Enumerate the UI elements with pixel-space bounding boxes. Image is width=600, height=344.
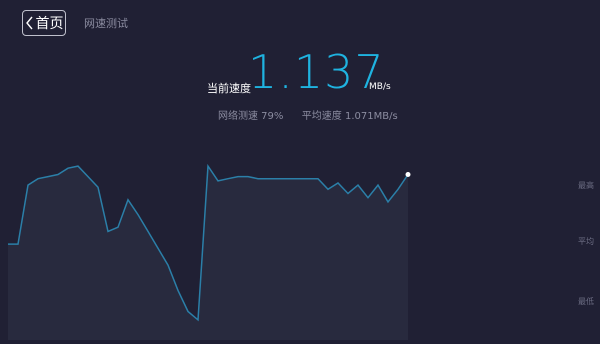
y-label-min: 最低 [578, 297, 594, 306]
current-speed-value: 1.137 [248, 45, 385, 99]
back-button-label: 首页 [35, 16, 64, 32]
test-progress-text: 网络测速 79% [218, 111, 284, 122]
y-label-max: 最高 [578, 181, 594, 190]
speed-area [8, 166, 408, 340]
average-speed-text: 平均速度 1.071MB/s [301, 111, 398, 122]
chevron-left-icon [25, 16, 33, 30]
page-title: 网速测试 [84, 17, 128, 30]
y-label-avg: 平均 [578, 237, 594, 246]
speed-unit: MB/s [369, 82, 391, 92]
current-speed-panel: 当前速度 1.137 MB/s [0, 45, 600, 102]
speed-chart [0, 150, 600, 340]
stats-row: 网络测速 79% 平均速度 1.071MB/s [218, 107, 398, 122]
back-button[interactable]: 首页 [22, 10, 66, 36]
current-speed-label: 当前速度 [207, 82, 251, 95]
current-point-marker [405, 172, 411, 178]
speed-chart-svg [8, 163, 411, 340]
